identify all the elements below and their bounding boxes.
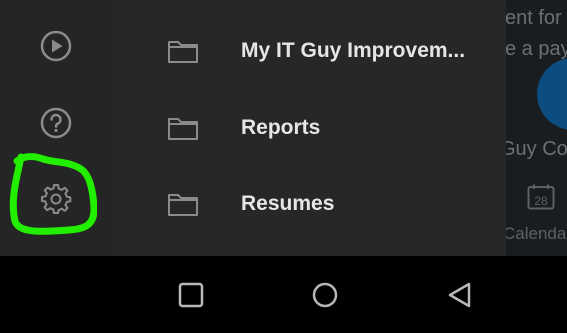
help-circle-icon bbox=[40, 107, 72, 139]
folder-icon bbox=[168, 118, 198, 140]
folder-item[interactable]: My IT Guy Improvem... bbox=[113, 21, 506, 81]
calendar-label: Calendar bbox=[503, 224, 567, 243]
navigation-rail bbox=[0, 0, 113, 256]
avatar bbox=[537, 58, 567, 130]
folder-icon bbox=[168, 41, 198, 63]
folder-label: Resumes bbox=[241, 192, 335, 215]
square-icon bbox=[178, 282, 204, 308]
highlight-annotation bbox=[9, 153, 97, 235]
circle-icon bbox=[312, 282, 338, 308]
calendar-icon: 28 bbox=[527, 184, 555, 210]
background-text: ent for bbox=[505, 7, 562, 29]
folder-item[interactable]: Reports bbox=[113, 98, 506, 158]
background-text: e a pay bbox=[505, 38, 567, 60]
play-circle-icon bbox=[40, 30, 72, 62]
folder-label: My IT Guy Improvem... bbox=[241, 39, 466, 62]
back-button[interactable] bbox=[445, 280, 475, 310]
background-text: Guy Co bbox=[500, 138, 567, 160]
recent-apps-button[interactable] bbox=[177, 281, 205, 309]
help-button[interactable] bbox=[39, 106, 73, 140]
folder-label: Reports bbox=[241, 116, 321, 139]
system-nav-bar bbox=[0, 256, 567, 333]
home-button[interactable] bbox=[310, 280, 340, 310]
back-triangle-icon bbox=[448, 282, 471, 308]
folder-item[interactable]: Resumes bbox=[113, 174, 506, 234]
play-button[interactable] bbox=[39, 29, 73, 63]
folder-icon bbox=[168, 194, 198, 216]
folder-drawer: My IT Guy Improvem... Reports Resumes bbox=[113, 0, 506, 256]
calendar-day: 28 bbox=[534, 194, 548, 208]
